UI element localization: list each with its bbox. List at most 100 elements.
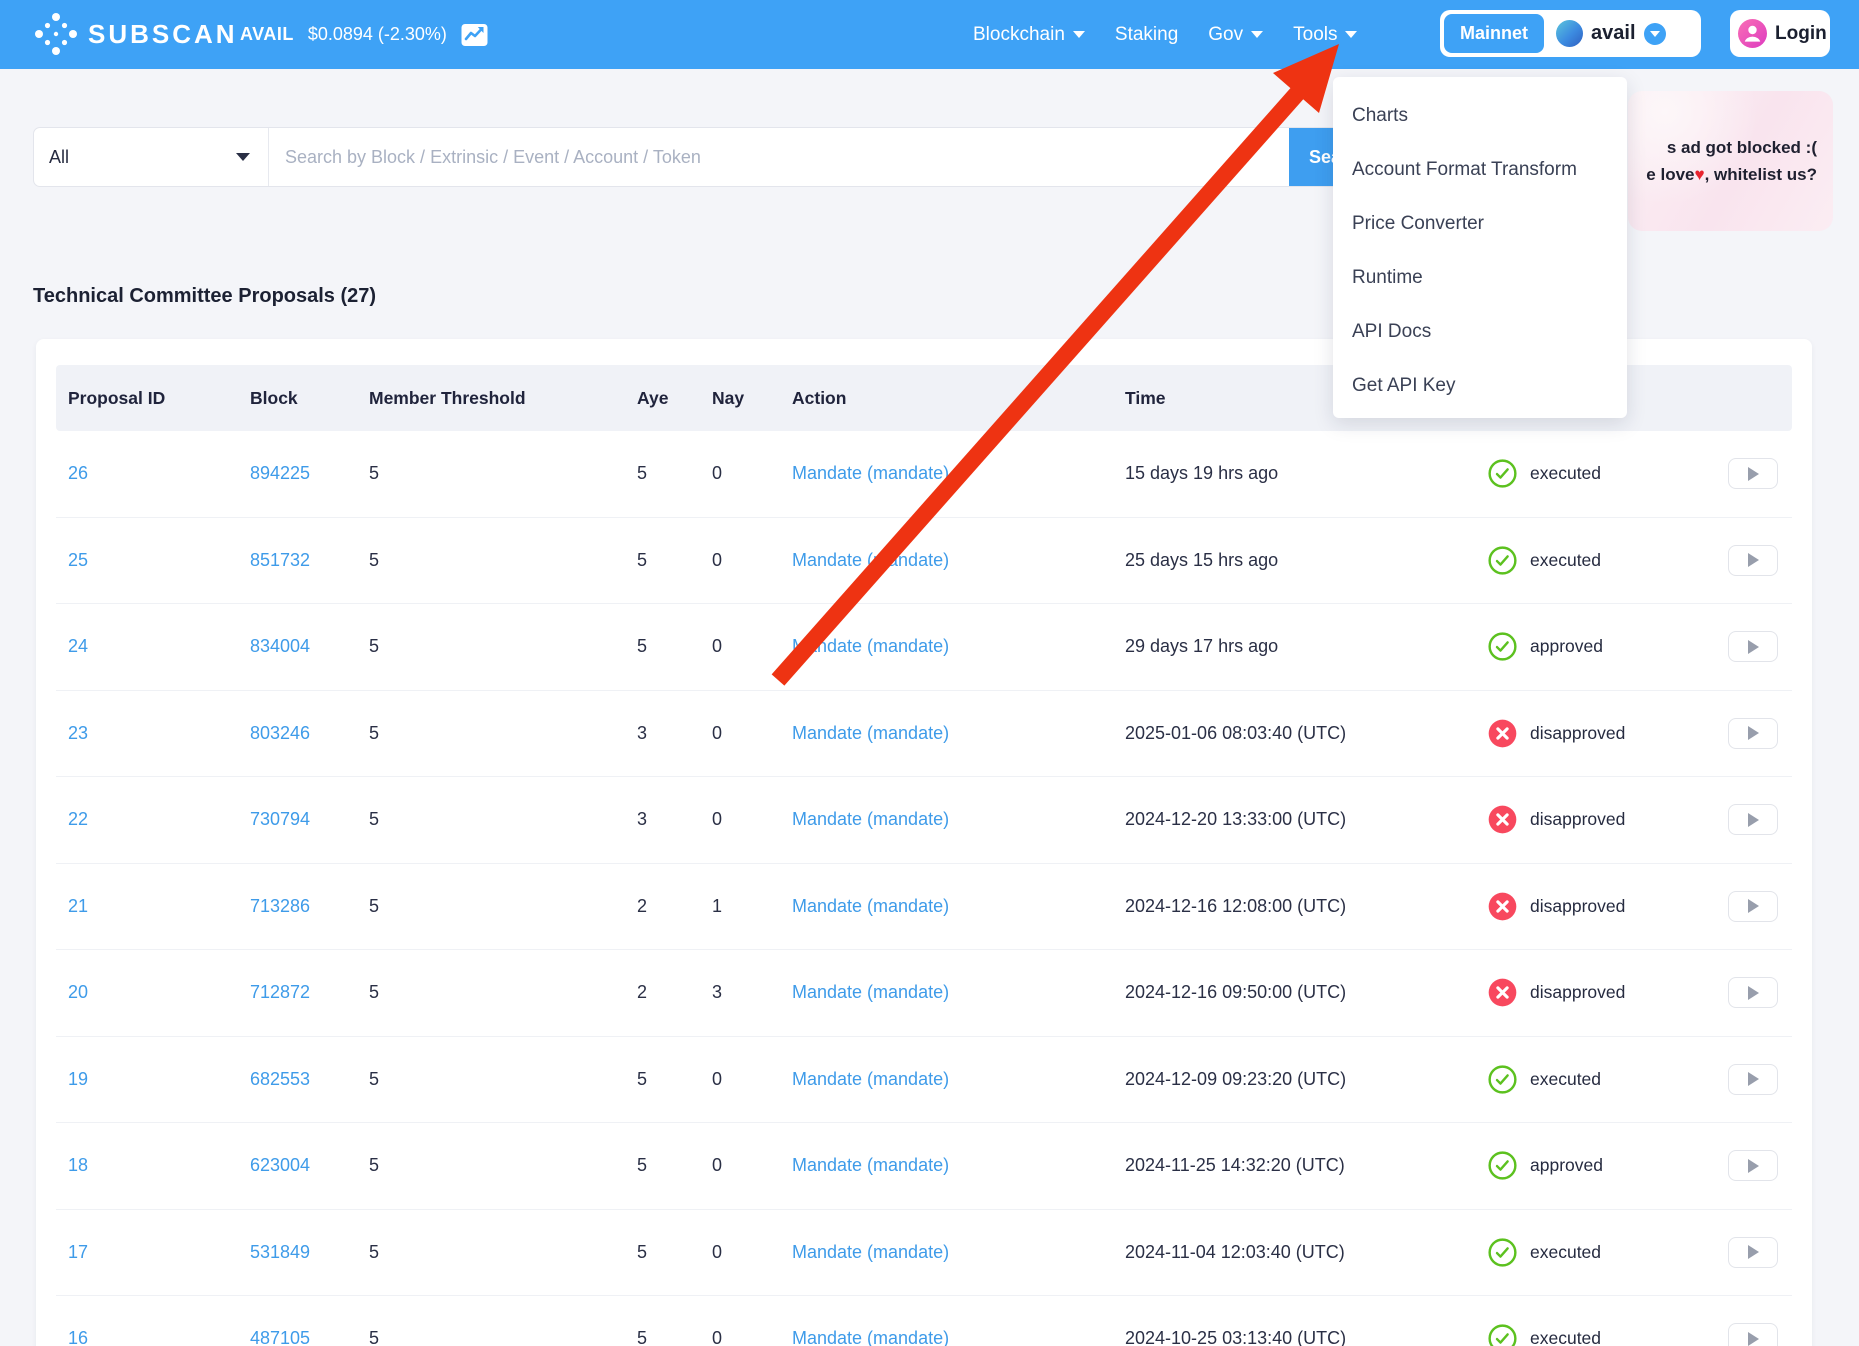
table-row: 16487105550Mandate (mandate)2024-10-25 0… <box>56 1296 1792 1346</box>
action-link[interactable]: Mandate (mandate) <box>792 723 949 743</box>
block-link[interactable]: 730794 <box>250 809 310 829</box>
row-detail-button[interactable] <box>1728 804 1778 835</box>
row-detail-button[interactable] <box>1728 631 1778 662</box>
success-check-icon <box>1488 632 1517 661</box>
nav-label: Gov <box>1208 24 1243 46</box>
cell-member-threshold: 5 <box>369 896 637 917</box>
proposal-id-link[interactable]: 26 <box>68 463 88 483</box>
cell-nay: 0 <box>712 550 792 571</box>
table-row: 21713286521Mandate (mandate)2024-12-16 1… <box>56 864 1792 951</box>
proposal-id-link[interactable]: 22 <box>68 809 88 829</box>
search-filter-select[interactable]: All <box>34 128 269 186</box>
status-badge: executed <box>1488 459 1728 488</box>
cell-proposal-id: 22 <box>56 809 250 830</box>
status-badge: approved <box>1488 1151 1728 1180</box>
block-link[interactable]: 531849 <box>250 1242 310 1262</box>
row-detail-button[interactable] <box>1728 1237 1778 1268</box>
aye-value: 3 <box>637 809 647 829</box>
cell-action: Mandate (mandate) <box>792 896 1125 917</box>
menu-item-runtime[interactable]: Runtime <box>1333 251 1627 305</box>
cell-member-threshold: 5 <box>369 723 637 744</box>
member-threshold-value: 5 <box>369 723 379 743</box>
proposal-id-link[interactable]: 21 <box>68 896 88 916</box>
action-link[interactable]: Mandate (mandate) <box>792 1242 949 1262</box>
proposal-id-link[interactable]: 18 <box>68 1155 88 1175</box>
aye-value: 3 <box>637 723 647 743</box>
row-detail-button[interactable] <box>1728 1323 1778 1346</box>
cell-action: Mandate (mandate) <box>792 1328 1125 1346</box>
block-link[interactable]: 713286 <box>250 896 310 916</box>
proposal-id-link[interactable]: 20 <box>68 982 88 1002</box>
chain-selector[interactable]: avail <box>1544 20 1675 47</box>
proposal-id-link[interactable]: 16 <box>68 1328 88 1346</box>
status-badge: disapproved <box>1488 719 1728 748</box>
block-link[interactable]: 834004 <box>250 636 310 656</box>
row-detail-button[interactable] <box>1728 1150 1778 1181</box>
block-link[interactable]: 623004 <box>250 1155 310 1175</box>
tools-dropdown-menu: Charts Account Format Transform Price Co… <box>1333 77 1627 418</box>
time-value: 2024-11-25 14:32:20 (UTC) <box>1125 1155 1345 1175</box>
row-detail-button[interactable] <box>1728 891 1778 922</box>
cell-proposal-id: 26 <box>56 463 250 484</box>
cell-time: 29 days 17 hrs ago <box>1125 636 1488 657</box>
cell-action: Mandate (mandate) <box>792 463 1125 484</box>
action-link[interactable]: Mandate (mandate) <box>792 896 949 916</box>
mainnet-button[interactable]: Mainnet <box>1444 14 1544 53</box>
action-link[interactable]: Mandate (mandate) <box>792 463 949 483</box>
block-link[interactable]: 487105 <box>250 1328 310 1346</box>
row-detail-button[interactable] <box>1728 1064 1778 1095</box>
cell-action: Mandate (mandate) <box>792 1155 1125 1176</box>
cell-proposal-id: 25 <box>56 550 250 571</box>
cell-detail <box>1728 458 1792 489</box>
row-detail-button[interactable] <box>1728 458 1778 489</box>
menu-item-charts[interactable]: Charts <box>1333 89 1627 143</box>
action-link[interactable]: Mandate (mandate) <box>792 1069 949 1089</box>
column-header-block: Block <box>250 388 369 409</box>
aye-value: 2 <box>637 896 647 916</box>
price-chart-icon[interactable] <box>461 23 488 47</box>
error-cross-icon <box>1488 719 1517 748</box>
block-link[interactable]: 712872 <box>250 982 310 1002</box>
cell-block: 894225 <box>250 463 369 484</box>
proposal-id-link[interactable]: 19 <box>68 1069 88 1089</box>
action-link[interactable]: Mandate (mandate) <box>792 636 949 656</box>
menu-item-account-format-transform[interactable]: Account Format Transform <box>1333 143 1627 197</box>
action-link[interactable]: Mandate (mandate) <box>792 1328 949 1346</box>
proposal-id-link[interactable]: 17 <box>68 1242 88 1262</box>
cell-action: Mandate (mandate) <box>792 550 1125 571</box>
action-link[interactable]: Mandate (mandate) <box>792 809 949 829</box>
login-button[interactable]: Login <box>1730 10 1830 57</box>
row-detail-button[interactable] <box>1728 545 1778 576</box>
cell-detail <box>1728 631 1792 662</box>
subscan-logo[interactable]: SUBSCAN <box>34 12 238 56</box>
action-link[interactable]: Mandate (mandate) <box>792 550 949 570</box>
action-link[interactable]: Mandate (mandate) <box>792 1155 949 1175</box>
row-detail-button[interactable] <box>1728 977 1778 1008</box>
block-link[interactable]: 803246 <box>250 723 310 743</box>
aye-value: 5 <box>637 1242 647 1262</box>
table-row: 22730794530Mandate (mandate)2024-12-20 1… <box>56 777 1792 864</box>
nav-item-blockchain[interactable]: Blockchain <box>973 24 1085 46</box>
action-link[interactable]: Mandate (mandate) <box>792 982 949 1002</box>
menu-item-api-docs[interactable]: API Docs <box>1333 305 1627 359</box>
nav-item-tools[interactable]: Tools <box>1293 24 1357 46</box>
nav-item-gov[interactable]: Gov <box>1208 24 1263 46</box>
play-arrow-icon <box>1748 1159 1759 1173</box>
block-link[interactable]: 894225 <box>250 463 310 483</box>
block-link[interactable]: 682553 <box>250 1069 310 1089</box>
chain-dropdown-icon[interactable] <box>1644 23 1666 45</box>
nav-item-staking[interactable]: Staking <box>1115 24 1178 46</box>
search-input[interactable] <box>269 128 1289 186</box>
time-value: 2024-10-25 03:13:40 (UTC) <box>1125 1328 1346 1346</box>
cell-nay: 0 <box>712 723 792 744</box>
ad-text: e love <box>1646 165 1694 184</box>
menu-item-get-api-key[interactable]: Get API Key <box>1333 359 1627 413</box>
proposal-id-link[interactable]: 24 <box>68 636 88 656</box>
chain-name: avail <box>1591 22 1635 45</box>
menu-item-price-converter[interactable]: Price Converter <box>1333 197 1627 251</box>
cell-proposal-id: 16 <box>56 1328 250 1346</box>
proposal-id-link[interactable]: 23 <box>68 723 88 743</box>
block-link[interactable]: 851732 <box>250 550 310 570</box>
row-detail-button[interactable] <box>1728 718 1778 749</box>
proposal-id-link[interactable]: 25 <box>68 550 88 570</box>
